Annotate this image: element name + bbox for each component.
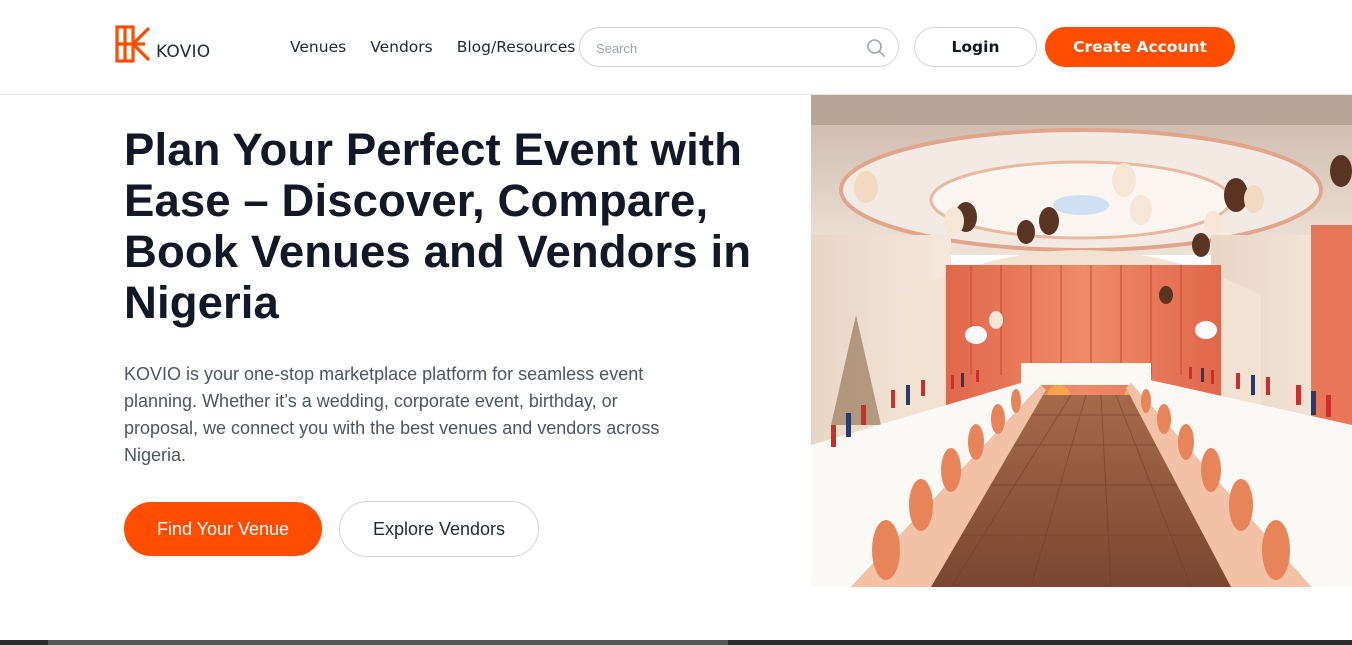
create-account-button[interactable]: Create Account	[1045, 27, 1235, 67]
login-button[interactable]: Login	[914, 27, 1037, 67]
hero-title: Plan Your Perfect Event with Ease – Disc…	[124, 124, 752, 328]
search-input[interactable]	[596, 38, 856, 58]
kovio-logo[interactable]: KOVIO	[115, 25, 210, 63]
hero-description: KOVIO is your one-stop marketplace platf…	[124, 364, 660, 465]
site-header: KOVIO Venues Vendors Blog/Resources Logi…	[0, 0, 1352, 95]
hero-venue-image	[811, 95, 1352, 587]
search-bar[interactable]	[579, 27, 899, 67]
search-icon[interactable]	[866, 38, 886, 58]
find-your-venue-button[interactable]: Find Your Venue	[124, 502, 322, 556]
kovio-logo-icon	[115, 25, 151, 63]
explore-vendors-button[interactable]: Explore Vendors	[339, 501, 539, 557]
nav-blog-resources-link[interactable]: Blog/Resources	[457, 38, 576, 56]
nav-venues-link[interactable]: Venues	[290, 38, 346, 56]
banquet-hall-illustration	[811, 95, 1352, 587]
main-nav: Venues Vendors Blog/Resources	[290, 38, 575, 56]
bottom-scrollbar[interactable]	[0, 640, 1352, 645]
logo-text: KOVIO	[156, 42, 211, 62]
nav-vendors-link[interactable]: Vendors	[370, 38, 433, 56]
